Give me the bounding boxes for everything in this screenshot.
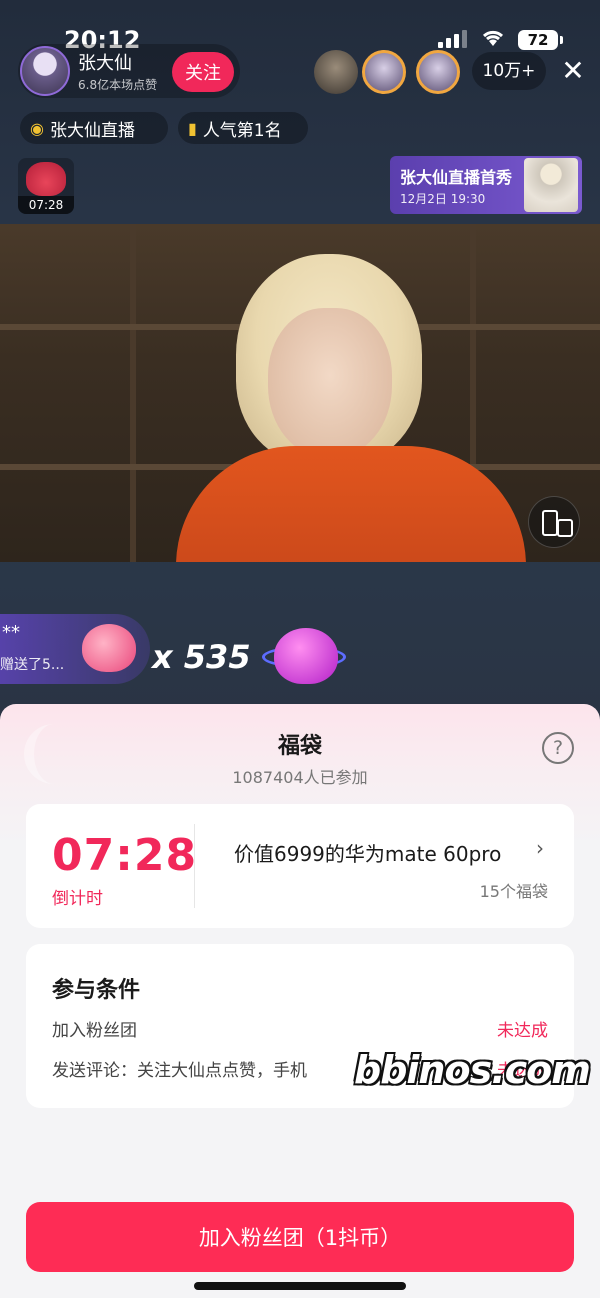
battery-icon: 72: [518, 30, 563, 50]
lucky-bag-timer: 07:28: [18, 196, 74, 214]
watermark: bbinos.com: [354, 1048, 591, 1092]
streamer-face: [268, 308, 392, 458]
host-avatar[interactable]: [20, 46, 70, 96]
heart-gift-icon: [274, 628, 338, 684]
lucky-bag-sheet: 福袋 1087404人已参加 ? 07:28 倒计时 价值6999的华为mate…: [0, 704, 600, 1298]
chevron-right-icon[interactable]: ›: [536, 836, 544, 860]
wifi-icon: [482, 30, 504, 46]
bar-chart-icon: ▮: [188, 118, 197, 138]
flame-icon: ◉: [30, 118, 44, 138]
premiere-date: 12月2日 19:30: [400, 192, 486, 206]
gift-sender: **: [2, 622, 20, 643]
premiere-banner[interactable]: 张大仙直播首秀 12月2日 19:30: [390, 156, 582, 214]
condition-label: 加入粉丝团: [52, 1021, 137, 1041]
viewer-avatar[interactable]: [362, 50, 406, 94]
viewer-avatar[interactable]: [416, 50, 460, 94]
countdown-timer: 07:28: [52, 830, 198, 881]
help-icon[interactable]: ?: [542, 732, 574, 764]
sheet-title: 福袋: [277, 734, 322, 759]
rotate-screen-icon[interactable]: [528, 496, 580, 548]
signal-icon: [438, 30, 467, 48]
participant-count: 1087404人已参加: [232, 768, 368, 787]
prize-card[interactable]: 07:28 倒计时 价值6999的华为mate 60pro › 15个福袋: [26, 804, 574, 928]
heart-gift-icon: [82, 624, 136, 672]
premiere-photo: [524, 158, 578, 212]
condition-status: 未达成: [497, 1021, 548, 1041]
prize-name: 价值6999的华为mate 60pro: [234, 842, 502, 866]
tag-label: 人气第1名: [202, 120, 282, 141]
close-icon[interactable]: ✕: [560, 56, 586, 86]
gift-action: 赠送了5...: [0, 657, 65, 673]
condition-label: 发送评论：关注大仙点点赞，手机: [52, 1061, 307, 1081]
follow-button[interactable]: 关注: [172, 52, 234, 92]
live-video[interactable]: [0, 224, 600, 562]
join-fan-club-button[interactable]: 加入粉丝团（1抖币）: [26, 1202, 574, 1272]
stream-tag[interactable]: ◉ 张大仙直播: [20, 112, 168, 144]
lucky-bag-icon: [26, 162, 66, 196]
home-indicator: [194, 1282, 406, 1290]
lucky-bag-entry[interactable]: 07:28: [18, 158, 74, 214]
tag-label: 张大仙直播: [49, 120, 135, 141]
host-likes: 6.8亿本场点赞: [78, 78, 158, 92]
countdown-label: 倒计时: [52, 889, 103, 909]
shelf-post: [130, 224, 136, 562]
host-name: 张大仙: [78, 53, 132, 74]
divider: [194, 824, 195, 908]
prize-count: 15个福袋: [479, 882, 548, 901]
premiere-title: 张大仙直播首秀: [400, 168, 513, 187]
gift-combo: x 535: [152, 638, 251, 676]
viewer-count[interactable]: 10万+: [472, 52, 546, 90]
conditions-title: 参与条件: [52, 978, 141, 1003]
ranking-tag[interactable]: ▮ 人气第1名: [178, 112, 308, 144]
status-bar: 20:12 72: [0, 0, 600, 54]
viewer-avatar[interactable]: [314, 50, 358, 94]
condition-row[interactable]: 加入粉丝团 未达成: [52, 1016, 548, 1044]
